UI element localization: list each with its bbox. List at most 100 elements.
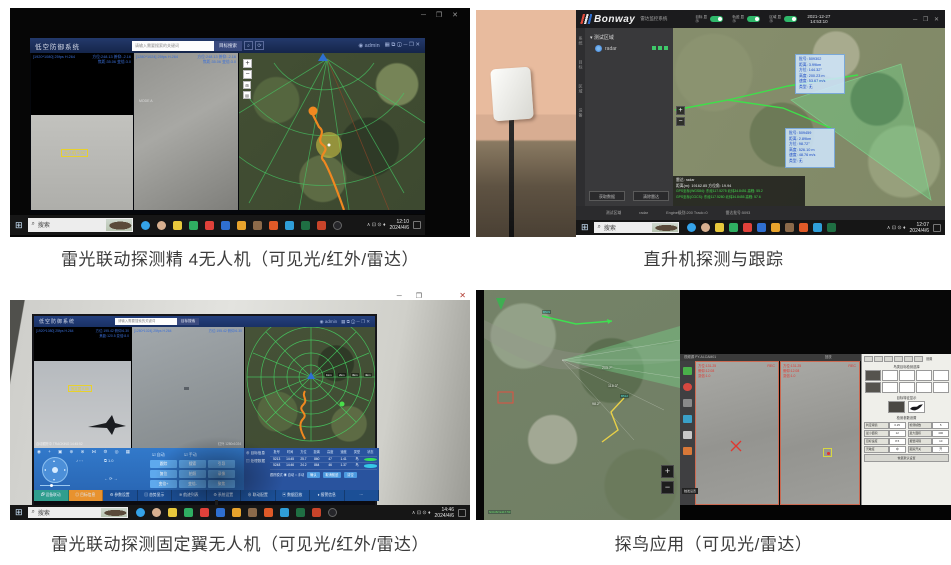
confirm-button[interactable]: 确认 — [307, 472, 319, 478]
grid-cell[interactable] — [899, 370, 915, 381]
minimize-icon[interactable]: ─ — [397, 293, 408, 300]
app-icon[interactable] — [237, 221, 246, 230]
app-icon[interactable] — [205, 221, 214, 230]
map-zoom-out[interactable]: − — [676, 117, 685, 126]
app-icon[interactable] — [296, 508, 305, 517]
edge-icon[interactable] — [136, 508, 145, 517]
app-icon[interactable] — [264, 508, 273, 517]
app-icon[interactable] — [232, 508, 241, 517]
system-tray[interactable]: ∧ ⊡ ⊙ ♦ — [887, 225, 906, 231]
panel-button[interactable] — [894, 356, 903, 362]
app-icon[interactable] — [269, 221, 278, 230]
audio-controls[interactable]: ♪ ◦ ◦ — [76, 458, 83, 464]
visible-camera-panel[interactable]: [1920*1080] 25fps H.264 方位:195.42 俯仰:6.3… — [34, 327, 131, 448]
side-tab[interactable]: 区域 — [578, 84, 584, 94]
map-zoom-out[interactable]: − — [243, 70, 252, 79]
rotate-controls[interactable]: ← ⟳ → — [104, 476, 118, 482]
close-icon[interactable]: ✕ — [459, 291, 466, 300]
taskbar-apps[interactable] — [141, 221, 342, 230]
windows-taskbar[interactable]: ⊞ ⌕ 搜索 ∧ ⊡ ⊙ ♦ 14:462024/4/6 — [10, 505, 470, 520]
display-icon[interactable] — [683, 431, 692, 439]
clear-button[interactable]: 清空 — [344, 472, 356, 478]
target-search[interactable]: 请输入需要搜索的关键词 目标搜索 ⌕ ⟳ — [132, 41, 264, 51]
notification-icon[interactable] — [933, 224, 941, 232]
map-zoom-in[interactable]: + — [676, 106, 685, 115]
start-button[interactable]: ⊞ — [15, 220, 23, 231]
search-icon[interactable]: ⌕ — [244, 41, 253, 50]
media-player-icon[interactable] — [333, 221, 342, 230]
zoom-slider[interactable] — [40, 485, 70, 486]
map-zoom-in[interactable]: + — [243, 59, 252, 68]
taskbar-search[interactable]: ⌕ 搜索 — [594, 222, 679, 233]
app-icon[interactable] — [785, 223, 794, 232]
grid-cell[interactable] — [865, 382, 881, 393]
taskbar-clock[interactable]: 14:462024/4/6 — [435, 507, 454, 519]
windows-taskbar[interactable]: ⊞ ⌕ 搜索 ∧ ⊡ ⊙ ♦ 12:102024/4/6 — [10, 215, 425, 235]
map-zoom-out[interactable]: − — [661, 481, 674, 494]
app-icon[interactable] — [301, 221, 310, 230]
app-icon[interactable] — [701, 223, 710, 232]
q1-window-controls[interactable]: ─ ❐ ✕ — [421, 11, 462, 19]
app-icon[interactable] — [248, 508, 257, 517]
minimize-icon[interactable]: ─ — [913, 17, 919, 23]
tab-alarms[interactable]: ♦ 报警信息 — [310, 490, 345, 501]
layout-icons[interactable]: ▦ ⧉ ⓘ ─ ❐ ✕ — [341, 319, 370, 325]
app-icon[interactable] — [157, 221, 166, 230]
target-search[interactable]: 请输入需要搜索的关键词 目标搜索 — [115, 318, 199, 325]
search-input[interactable]: 请输入需要搜索的关键词 — [115, 318, 177, 325]
infrared-camera-panel[interactable]: [1280*1024] 25fps H.264 方位:248.13 俯仰:-2.… — [134, 53, 238, 210]
app-icon[interactable] — [184, 508, 193, 517]
app-icon[interactable] — [168, 508, 177, 517]
maximize-icon[interactable]: ❐ — [923, 17, 930, 23]
windows-taskbar[interactable]: ⊞ ⌕ 搜索 ∧ ⊡ ⊙ ♦ 12:072024/4/6 — [576, 220, 945, 235]
app-icon[interactable] — [715, 223, 724, 232]
tab-more[interactable]: ⋯ — [345, 490, 380, 501]
maximize-icon[interactable]: ❐ — [436, 12, 446, 19]
fetch-data-button[interactable]: 获取数据 — [589, 191, 625, 201]
field-value[interactable]: 5 — [932, 422, 949, 429]
app-icon[interactable] — [280, 508, 289, 517]
app-icon[interactable] — [317, 221, 326, 230]
field-value[interactable]: 0.25 — [889, 422, 906, 429]
panel-button[interactable] — [874, 356, 883, 362]
app-icon[interactable] — [757, 223, 766, 232]
system-tray[interactable]: ∧ ⊡ ⊙ ♦ — [367, 222, 386, 228]
taskbar-apps[interactable] — [687, 223, 836, 232]
toggle-switch[interactable] — [747, 16, 760, 22]
tool-icon-strip[interactable] — [680, 361, 695, 505]
record-icon[interactable] — [683, 383, 692, 391]
node-action-icons[interactable] — [652, 46, 668, 50]
app-icon[interactable] — [729, 223, 738, 232]
cancel-track-button[interactable]: 取消航迹 — [323, 472, 342, 478]
notification-icon[interactable] — [458, 509, 466, 517]
media-player-icon[interactable] — [827, 223, 836, 232]
ptz-joystick[interactable]: ▴ ▾ ◂ ▸ — [42, 457, 68, 483]
radar-ppi-map[interactable]: 1km 2km 3km 4km — [245, 327, 375, 448]
system-tray[interactable]: ∧ ⊡ ⊙ ♦ — [412, 510, 431, 516]
clear-radar-button[interactable]: 清除雷达 — [633, 191, 669, 201]
app-icon[interactable] — [743, 223, 752, 232]
app-icon[interactable] — [312, 508, 321, 517]
settings-icon[interactable] — [683, 415, 692, 423]
app-icon[interactable] — [221, 221, 230, 230]
app-icon[interactable] — [200, 508, 209, 517]
edge-icon[interactable] — [141, 221, 150, 230]
field-value[interactable]: 开 — [932, 446, 949, 453]
map-zoom-in[interactable]: + — [661, 465, 674, 478]
app-icon[interactable] — [173, 221, 182, 230]
app-icon[interactable] — [189, 221, 198, 230]
tab-params[interactable]: ⚙ 参数设置 — [103, 490, 138, 501]
field-value[interactable]: 中 — [889, 446, 906, 453]
app-icon[interactable] — [253, 221, 262, 230]
notification-icon[interactable] — [413, 221, 421, 229]
table-row[interactable]: 524814:4624.2864461.37鸟 — [270, 463, 377, 470]
taskbar-apps[interactable] — [136, 508, 337, 517]
grid-cell[interactable] — [865, 370, 881, 381]
close-icon[interactable]: ✕ — [934, 17, 941, 23]
panel-icon-row[interactable]: ◉ + ▣ ⊕ ⊗ ⋈ ⚙ ◎ ▦ — [37, 449, 133, 455]
tree-group[interactable]: ▾ 测试区域 — [590, 34, 614, 41]
panel-button[interactable] — [904, 356, 913, 362]
panel-button-row[interactable]: 设置 — [864, 356, 949, 362]
close-icon[interactable]: ✕ — [452, 12, 462, 19]
alarm-icon[interactable] — [683, 447, 692, 455]
